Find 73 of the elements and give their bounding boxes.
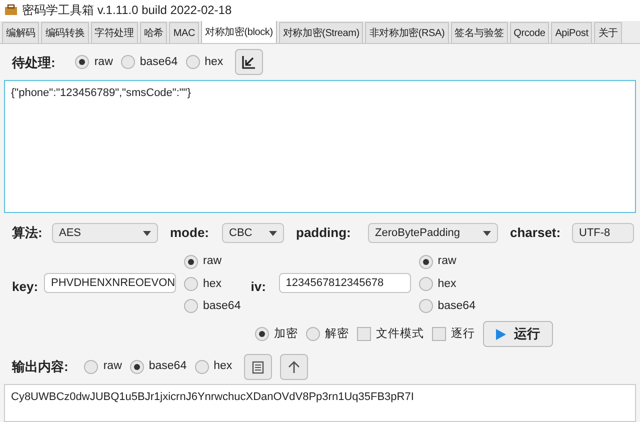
setting-label: charset: — [510, 224, 562, 242]
caret-icon — [143, 230, 151, 236]
radio-option[interactable]: base64 — [120, 54, 178, 71]
dropdown[interactable]: ZeroBytePadding — [368, 223, 498, 244]
move-up-button[interactable] — [280, 354, 308, 380]
output-text-area[interactable]: Cy8UWBCz0dwJUBQ1u5BJr1jxicrnJ6YnrwchucXDanOVdV8Pp3rn1Uq35FB3pR7I — [4, 384, 636, 422]
copy-button[interactable] — [244, 354, 272, 380]
radio-button[interactable] — [306, 327, 320, 342]
tab[interactable]: 哈希 — [140, 22, 168, 44]
radio-button[interactable] — [184, 254, 198, 269]
tab[interactable]: 非对称加密(RSA) — [365, 22, 449, 44]
radio-option[interactable]: 解密 — [306, 326, 349, 343]
tab[interactable]: 签名与验签 — [450, 22, 508, 44]
output-label: 输出内容: — [12, 358, 68, 376]
radio-button[interactable] — [418, 277, 433, 292]
radio-option[interactable]: raw — [418, 253, 476, 271]
dropdown[interactable]: CBC — [222, 223, 284, 244]
arrow-up-icon — [287, 360, 302, 374]
radio-option[interactable]: hex — [184, 276, 241, 293]
radio-button[interactable] — [184, 277, 198, 292]
radio-option[interactable]: base64 — [184, 298, 241, 316]
setting-label: 算法: — [12, 224, 44, 242]
radio-option[interactable]: hex — [418, 276, 476, 293]
tab[interactable]: 对称加密(block) — [201, 20, 277, 44]
radio-option[interactable]: raw — [84, 358, 122, 376]
checkbox[interactable] — [432, 327, 446, 342]
dropdown[interactable]: AES — [52, 223, 158, 244]
checkbox-option[interactable]: 逐行 — [432, 326, 475, 343]
radio-button[interactable] — [184, 299, 198, 314]
tab[interactable]: MAC — [169, 22, 200, 44]
tab[interactable]: 编解码 — [2, 22, 40, 44]
checkbox-option[interactable]: 文件模式 — [357, 326, 424, 343]
radio-button[interactable] — [418, 254, 433, 269]
caret-icon — [269, 230, 277, 236]
radio-button[interactable] — [418, 299, 433, 314]
window-title: 密码学工具箱 v.1.11.0 build 2022-02-18 — [22, 2, 232, 20]
radio-option[interactable]: base64 — [418, 298, 476, 316]
key-label: key: — [12, 278, 40, 296]
radio-button[interactable] — [84, 360, 98, 374]
tab[interactable]: 关于 — [594, 22, 622, 44]
radio-button[interactable] — [75, 55, 90, 70]
radio-option[interactable]: raw — [184, 253, 241, 271]
radio-option[interactable]: hex — [186, 54, 224, 71]
radio-button[interactable] — [120, 55, 135, 70]
iv-field[interactable]: 1234567812345678 — [278, 273, 411, 294]
radio-button[interactable] — [186, 55, 200, 70]
clipboard-icon — [251, 360, 266, 374]
radio-button[interactable] — [130, 360, 144, 374]
dropdown[interactable]: UTF-8 — [572, 223, 634, 244]
radio-button[interactable] — [194, 360, 209, 374]
iv-label: iv: — [250, 278, 267, 296]
tab[interactable]: 字符处理 — [90, 22, 138, 44]
radio-option[interactable]: 加密 — [255, 326, 298, 343]
key-field[interactable]: PHVDHENXNREOEVON — [44, 273, 176, 294]
radio-option[interactable]: hex — [194, 358, 232, 376]
radio-button[interactable] — [255, 327, 269, 342]
play-icon — [496, 328, 506, 340]
radio-option[interactable]: base64 — [130, 358, 187, 376]
setting-label: padding: — [296, 224, 352, 242]
tab[interactable]: Qrcode — [510, 22, 550, 44]
radio-option[interactable]: raw — [75, 54, 113, 71]
input-text-area[interactable]: {"phone":"123456789","smsCode":""} — [4, 80, 636, 213]
input-label: 待处理: — [12, 54, 56, 72]
toolbox-icon — [4, 4, 18, 16]
caret-icon — [483, 230, 491, 236]
checkbox[interactable] — [357, 327, 371, 342]
import-button[interactable] — [235, 49, 264, 76]
arrow-down-left-icon — [241, 54, 258, 70]
tab[interactable]: ApiPost — [551, 22, 592, 44]
tab[interactable]: 编码转换 — [41, 22, 89, 44]
run-button[interactable]: 运行 — [483, 321, 553, 348]
tab[interactable]: 对称加密(Stream) — [278, 22, 364, 44]
setting-label: mode: — [170, 224, 210, 242]
